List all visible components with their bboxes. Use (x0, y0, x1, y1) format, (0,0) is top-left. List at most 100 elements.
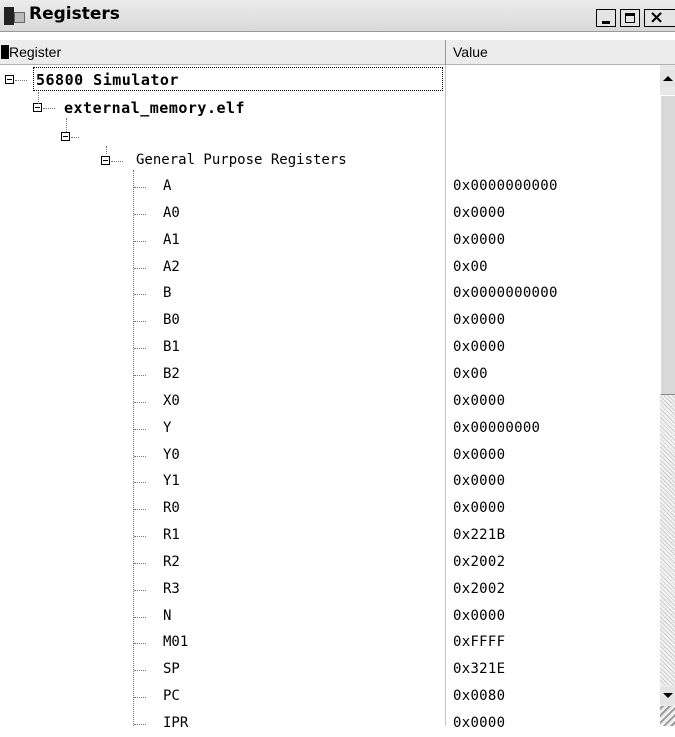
register-row[interactable]: R2 0x2002 (0, 550, 660, 576)
register-value[interactable]: 0x321E (453, 661, 505, 677)
register-row[interactable]: A2 0x00 (0, 255, 660, 281)
register-value[interactable]: 0x0000 (453, 500, 505, 516)
close-button[interactable]: × (644, 7, 675, 28)
register-value[interactable]: 0xFFFF (453, 634, 505, 650)
vertical-scrollbar[interactable] (660, 65, 675, 726)
register-row[interactable]: N 0x0000 (0, 604, 660, 630)
register-name: X0 (163, 393, 180, 409)
resize-grip-icon[interactable] (660, 706, 675, 726)
register-value[interactable]: 0x0000 (453, 232, 505, 248)
register-row[interactable]: Y0 0x0000 (0, 443, 660, 469)
register-name: Y1 (163, 473, 180, 489)
collapse-icon[interactable] (5, 75, 14, 84)
register-row[interactable]: SP 0x321E (0, 657, 660, 683)
register-value[interactable]: 0x2002 (453, 554, 505, 570)
register-value[interactable]: 0x0000 (453, 393, 505, 409)
register-value[interactable]: 0x00 (453, 259, 488, 275)
register-value[interactable]: 0x0080 (453, 688, 505, 704)
register-row[interactable]: B2 0x00 (0, 362, 660, 388)
register-name: A0 (163, 205, 180, 221)
column-header: Register Value (0, 40, 675, 65)
tree-connector (134, 590, 146, 591)
minimize-icon (602, 21, 610, 24)
tree-guide-line (38, 92, 39, 104)
maximize-button[interactable] (620, 9, 640, 27)
tree-connector (134, 482, 146, 483)
tree-connector (134, 402, 146, 403)
register-name: N (163, 608, 172, 624)
tree-connector (134, 563, 146, 564)
register-name: B1 (163, 339, 180, 355)
register-value[interactable]: 0x2002 (453, 581, 505, 597)
scroll-thumb[interactable] (660, 95, 675, 395)
tree-connector (134, 670, 146, 671)
register-value[interactable]: 0x0000 (453, 312, 505, 328)
scroll-track[interactable] (660, 395, 675, 685)
register-row[interactable]: R1 0x221B (0, 523, 660, 549)
collapse-icon[interactable] (101, 156, 110, 165)
register-name: M01 (163, 634, 189, 650)
register-value[interactable]: 0x0000000000 (453, 178, 558, 194)
collapse-icon[interactable] (33, 103, 42, 112)
register-name: B (163, 285, 172, 301)
register-row[interactable]: R0 0x0000 (0, 496, 660, 522)
register-value[interactable]: 0x0000 (453, 608, 505, 624)
tree-row-target[interactable]: external_memory.elf (0, 95, 660, 121)
register-row[interactable]: Y1 0x0000 (0, 469, 660, 495)
register-name: IPR (163, 715, 189, 731)
tree-row-unnamed[interactable] (0, 122, 660, 148)
title-bar[interactable]: Registers × (0, 0, 675, 32)
minimize-button[interactable] (596, 9, 616, 27)
window-title: Registers (29, 4, 120, 24)
arrow-up-icon (663, 76, 673, 81)
register-row[interactable]: IPR 0x0000 (0, 711, 660, 737)
tree-connector (43, 108, 55, 109)
tree-connector (134, 617, 146, 618)
collapse-icon[interactable] (61, 132, 70, 141)
tree-connector (134, 268, 146, 269)
register-value[interactable]: 0x0000 (453, 473, 505, 489)
register-row[interactable]: M01 0xFFFF (0, 630, 660, 656)
register-value[interactable]: 0x0000 (453, 447, 505, 463)
register-row[interactable]: B 0x0000000000 (0, 281, 660, 307)
register-value[interactable]: 0x0000 (453, 715, 505, 731)
register-name: R1 (163, 527, 180, 543)
register-row[interactable]: A1 0x0000 (0, 228, 660, 254)
register-column-header[interactable]: Register (9, 44, 61, 60)
scroll-down-button[interactable] (660, 687, 675, 704)
register-row[interactable]: Y 0x00000000 (0, 416, 660, 442)
register-row[interactable]: X0 0x0000 (0, 389, 660, 415)
register-name: A1 (163, 232, 180, 248)
register-name: PC (163, 688, 180, 704)
register-row[interactable]: B1 0x0000 (0, 335, 660, 361)
register-name: R3 (163, 581, 180, 597)
tree-connector (134, 509, 146, 510)
tree-row-group[interactable]: General Purpose Registers (0, 148, 660, 174)
register-value[interactable]: 0x0000 (453, 339, 505, 355)
register-name: R0 (163, 500, 180, 516)
tree-connector (134, 643, 146, 644)
register-value[interactable]: 0x221B (453, 527, 505, 543)
register-value[interactable]: 0x00 (453, 366, 488, 382)
tree-connector (134, 187, 146, 188)
column-resize-handle[interactable] (445, 40, 446, 65)
scroll-up-button[interactable] (660, 70, 675, 87)
tree-label-root: 56800 Simulator (36, 71, 179, 89)
app-icon (4, 7, 14, 25)
register-name: A (163, 178, 172, 194)
register-value[interactable]: 0x0000000000 (453, 285, 558, 301)
register-name: B2 (163, 366, 180, 382)
register-value[interactable]: 0x0000 (453, 205, 505, 221)
tree-connector (134, 321, 146, 322)
register-row[interactable]: PC 0x0080 (0, 684, 660, 710)
value-column-header[interactable]: Value (453, 44, 488, 60)
register-row[interactable]: R3 0x2002 (0, 577, 660, 603)
register-row[interactable]: B0 0x0000 (0, 308, 660, 334)
register-value[interactable]: 0x00000000 (453, 420, 540, 436)
tree-connector (134, 241, 146, 242)
register-name: SP (163, 661, 180, 677)
tree-row-root[interactable]: 56800 Simulator (0, 67, 660, 93)
register-row[interactable]: A0 0x0000 (0, 201, 660, 227)
tree-connector (111, 161, 123, 162)
register-row[interactable]: A 0x0000000000 (0, 174, 660, 200)
